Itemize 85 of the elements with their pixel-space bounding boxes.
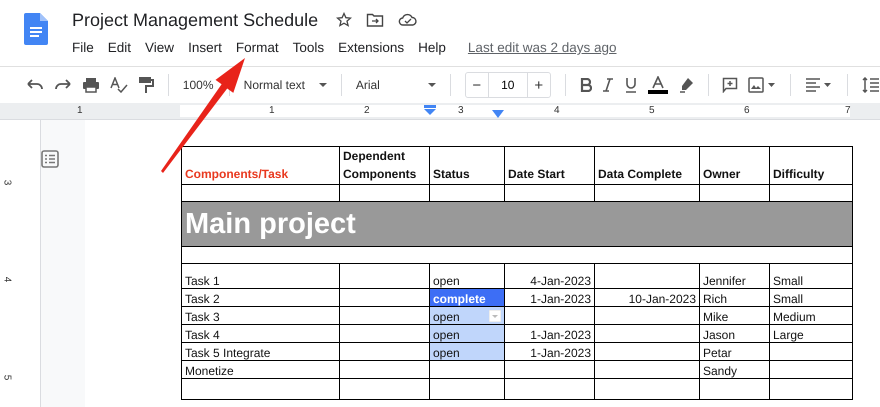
text-color-icon[interactable] <box>648 76 668 94</box>
outline-icon[interactable] <box>41 150 59 168</box>
table-cell: Task 3 <box>182 306 340 324</box>
undo-icon[interactable] <box>26 79 44 91</box>
table-cell: Jason <box>700 324 770 342</box>
table-cell: Medium <box>770 306 852 324</box>
ruler-number: 1 <box>269 105 275 116</box>
caret-icon <box>428 83 436 87</box>
table-cell: Mike <box>700 306 770 324</box>
menu-item[interactable]: Insert <box>188 40 222 55</box>
table-cell: Sandy <box>700 360 770 378</box>
increase-font-button[interactable]: + <box>528 73 550 97</box>
table-cell: Petar <box>700 342 770 360</box>
table-cell: Task 1 <box>182 264 340 288</box>
print-icon[interactable] <box>82 77 100 93</box>
menu-item[interactable]: Extensions <box>338 40 404 55</box>
ruler-number: 2 <box>364 105 370 116</box>
column-header: Data Complete <box>594 146 700 184</box>
align-icon[interactable] <box>805 78 834 92</box>
menu-item[interactable]: Edit <box>108 40 132 55</box>
table-cell: 1-Jan-2023 <box>504 288 594 306</box>
table-cell: 1-Jan-2023 <box>504 342 594 360</box>
column-header: Status <box>430 146 504 184</box>
ruler-number: 3 <box>1 180 12 186</box>
table-cell: Jennifer <box>700 264 770 288</box>
cloud-check-icon[interactable] <box>398 12 418 28</box>
menu-item[interactable]: Format <box>236 40 279 55</box>
table-cell: Task 5 Integrate <box>182 342 340 360</box>
table-cell: 1-Jan-2023 <box>504 324 594 342</box>
menu-item[interactable]: File <box>72 40 94 55</box>
status-cell[interactable] <box>430 360 504 378</box>
ruler-number: 5 <box>649 105 655 116</box>
ruler-number: 6 <box>744 105 750 116</box>
ruler-number: 7 <box>845 105 851 116</box>
caret-icon <box>319 83 328 87</box>
add-comment-icon[interactable] <box>722 77 738 93</box>
image-icon[interactable] <box>748 77 776 93</box>
font-size-control[interactable]: − 10 + <box>464 72 551 98</box>
star-icon[interactable] <box>336 12 352 28</box>
status-cell[interactable]: complete <box>430 288 504 306</box>
font-dropdown[interactable]: Arial <box>356 78 436 92</box>
menu-item[interactable]: Tools <box>292 40 324 55</box>
ruler-number: 4 <box>554 105 560 116</box>
ruler-number: 4 <box>1 276 12 282</box>
menu-item[interactable]: View <box>145 40 174 55</box>
ruler-number: 5 <box>1 374 12 380</box>
column-header: Date Start <box>504 146 594 184</box>
table-cell: Small <box>770 264 852 288</box>
status-cell[interactable]: open <box>430 306 504 324</box>
paint-format-icon[interactable] <box>138 76 154 94</box>
column-header: Components/Task <box>182 146 340 184</box>
line-spacing-icon[interactable] <box>862 77 880 93</box>
section-banner: Main project <box>182 202 852 246</box>
folder-icon[interactable] <box>366 12 384 28</box>
ruler-number: 1 <box>77 105 83 116</box>
table-cell: Task 4 <box>182 324 340 342</box>
menu-item[interactable]: Help <box>418 40 446 55</box>
indent-marker-icon[interactable] <box>424 105 436 115</box>
table-cell: Small <box>770 288 852 306</box>
column-header: Difficulty <box>770 146 852 184</box>
docs-logo-icon[interactable] <box>24 13 48 45</box>
zoom-dropdown[interactable]: 100% <box>182 78 215 92</box>
spellcheck-icon[interactable] <box>110 77 128 93</box>
bold-icon[interactable] <box>580 78 592 92</box>
indent-marker-icon[interactable] <box>492 110 504 118</box>
status-cell[interactable]: open <box>430 342 504 360</box>
table-cell: Task 2 <box>182 288 340 306</box>
italic-icon[interactable] <box>602 78 614 92</box>
table-cell: Large <box>770 324 852 342</box>
column-header: Dependent Components <box>340 146 430 184</box>
font-size-field[interactable]: 10 <box>488 73 528 97</box>
status-cell[interactable]: open <box>430 324 504 342</box>
last-edit-link[interactable]: Last edit was 2 days ago <box>468 40 617 55</box>
table-cell: Monetize <box>182 360 340 378</box>
table-cell: Rich <box>700 288 770 306</box>
redo-icon[interactable] <box>54 79 72 91</box>
style-dropdown[interactable]: Normal text <box>244 78 328 92</box>
underline-icon[interactable] <box>624 77 638 93</box>
ruler-number: 3 <box>458 105 464 116</box>
decrease-font-button[interactable]: − <box>466 73 488 97</box>
highlighter-icon[interactable] <box>678 77 694 93</box>
table-cell: 4-Jan-2023 <box>504 264 594 288</box>
document-title[interactable]: Project Management Schedule <box>72 10 318 30</box>
table-cell: 10-Jan-2023 <box>594 288 700 306</box>
column-header: Owner <box>700 146 770 184</box>
